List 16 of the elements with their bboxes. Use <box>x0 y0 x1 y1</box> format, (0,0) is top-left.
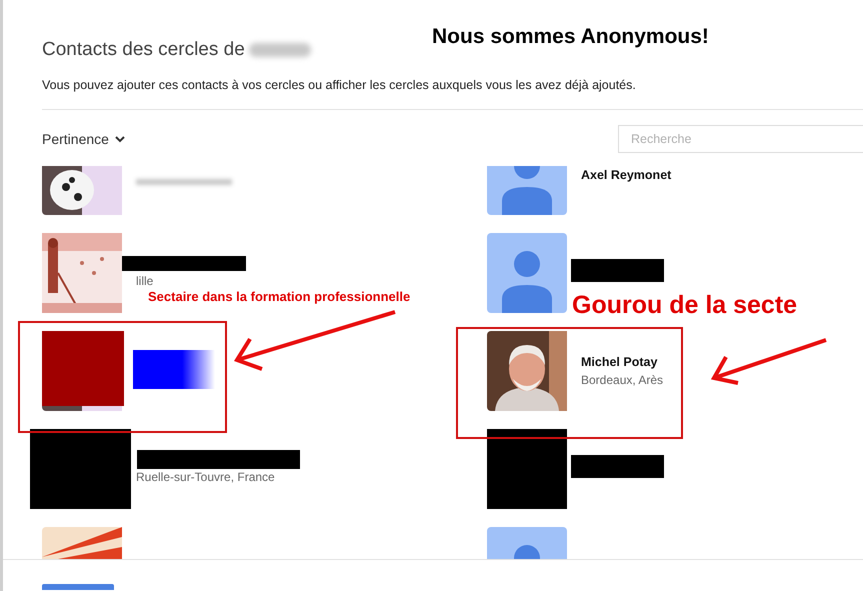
action-button[interactable] <box>42 584 114 590</box>
description-text: Vous pouvez ajouter ces contacts à vos cercles ou afficher les cercles auxquels vous les avez déjà ajoutés. <box>42 78 637 92</box>
chevron-down-icon <box>114 136 125 142</box>
contact-location: Ruelle-sur-Touvre, France <box>136 470 275 484</box>
callout-label: Gourou de la secte <box>572 291 798 320</box>
contact-name[interactable]: Axel Reymonet <box>581 168 672 182</box>
dialog-title: Contacts des cercles de <box>42 39 245 61</box>
contact-name[interactable]: Michel Potay <box>581 355 664 369</box>
headline-caption: Nous sommes Anonymous! <box>432 25 709 49</box>
search-field[interactable]: Recherche <box>618 125 863 153</box>
callout-label: Sectaire dans la formation professionnelle <box>148 289 410 304</box>
contact-location: lille <box>136 274 154 288</box>
blur-smudge <box>248 43 311 57</box>
contact-location: Bordeaux, Arès <box>581 373 664 387</box>
sort-dropdown[interactable]: Pertinence <box>42 131 125 147</box>
avatar-silhouette-icon <box>487 233 567 313</box>
